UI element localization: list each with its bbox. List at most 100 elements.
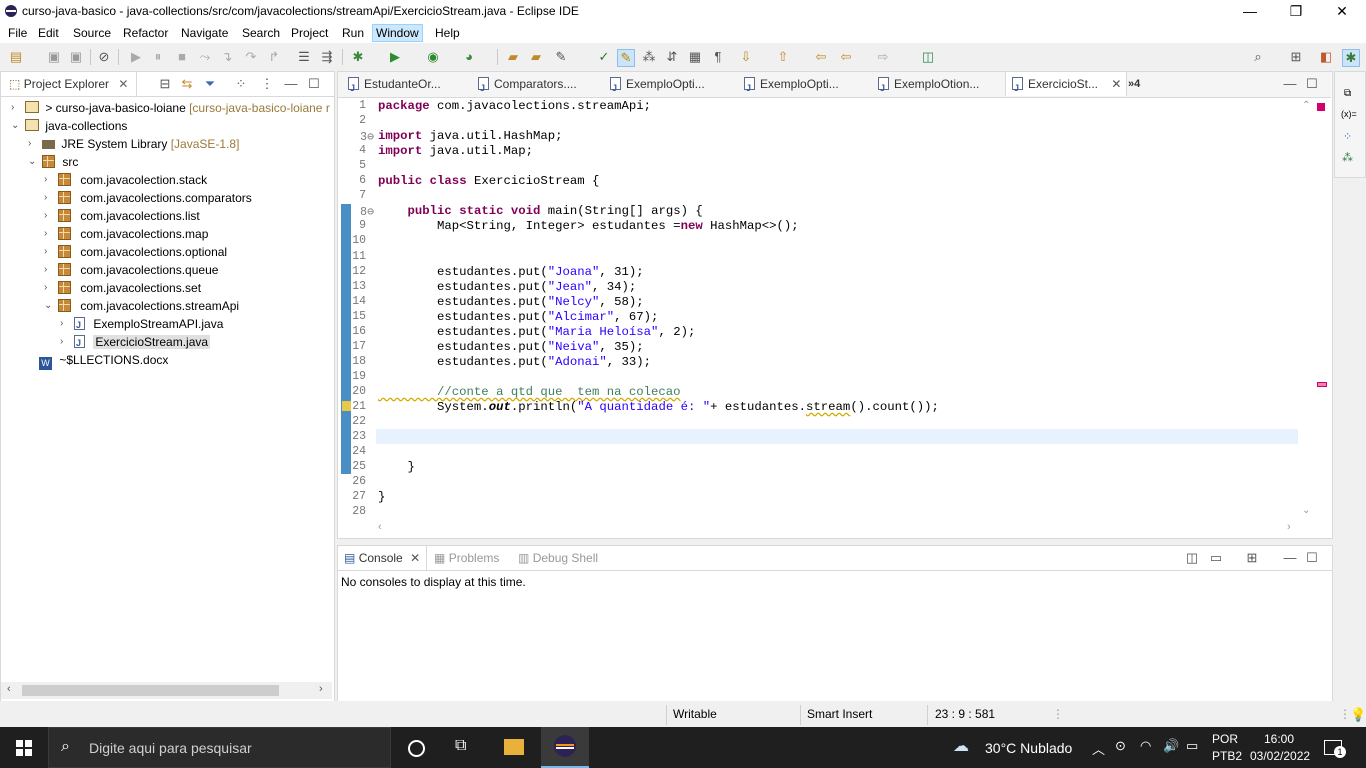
drop-to-frame-icon[interactable]: ☰	[296, 49, 312, 65]
tree-item-java-file[interactable]: › ExemploStreamAPI.java	[60, 315, 223, 334]
notification-icon[interactable]: 1	[1324, 740, 1346, 758]
search-tool-icon[interactable]: ✎	[553, 49, 569, 65]
code-line[interactable]: Map<String, Integer> estudantes =new Has…	[378, 219, 799, 233]
next-annotation-icon[interactable]: ⇵	[664, 49, 680, 65]
editor-tab[interactable]: ExemploOpti...	[738, 72, 845, 100]
tree-item-jre-library[interactable]: › JRE System Library [JavaSE-1.8]	[28, 135, 239, 153]
code-line[interactable]: estudantes.put("Jean", 34);	[378, 280, 636, 294]
scrollbar-thumb[interactable]	[22, 685, 279, 696]
code-line[interactable]: public static void main(String[] args) {	[378, 204, 703, 218]
clock-date[interactable]: 03/02/2022	[1250, 749, 1310, 763]
code-line[interactable]: package com.javacolections.streamApi;	[378, 99, 651, 113]
resume-icon[interactable]: ▶	[128, 49, 144, 65]
task-view-icon[interactable]: ⧉	[455, 737, 466, 755]
previous-edit-icon[interactable]: ⇧	[775, 49, 791, 65]
toggle-mark-occurrences-icon[interactable]: ✎	[617, 49, 635, 67]
minimize-editor-icon[interactable]: —	[1282, 76, 1298, 92]
toggle-block-selection-icon[interactable]: ⁂	[641, 49, 657, 65]
back-icon[interactable]: ⇦	[838, 49, 854, 65]
external-tools-icon[interactable]: ◕	[461, 49, 477, 65]
expressions-view-icon[interactable]: ⁂	[1342, 151, 1353, 164]
new-java-package-icon[interactable]: ▰	[505, 49, 521, 65]
insert-mode-status[interactable]: Smart Insert	[807, 707, 872, 721]
variables-view-icon[interactable]: (x)=	[1341, 109, 1357, 119]
scroll-right-icon[interactable]: ›	[1287, 521, 1291, 533]
display-console-icon[interactable]: ▭	[1208, 550, 1224, 566]
select-working-set-icon[interactable]: ⁘	[233, 76, 249, 92]
editor-tab-active[interactable]: ExercicioSt... ✕	[1005, 72, 1127, 100]
minimize-view-icon[interactable]: —	[283, 76, 299, 92]
windows-start-icon[interactable]	[16, 740, 32, 756]
menu-help[interactable]: Help	[432, 25, 463, 41]
restore-view-icon[interactable]: ⧉	[1344, 88, 1351, 99]
breakpoints-view-icon[interactable]: ⁘	[1343, 130, 1352, 143]
debug-icon[interactable]: ✱	[350, 49, 366, 65]
skip-breakpoints-icon[interactable]: ⊘	[96, 49, 112, 65]
tree-item-package[interactable]: › com.javacolections.list	[44, 207, 200, 225]
weather-text[interactable]: 30°C Nublado	[985, 740, 1072, 756]
menu-window[interactable]: Window	[372, 24, 423, 42]
step-over-icon[interactable]: ↷	[243, 49, 259, 65]
keyboard-language[interactable]: POR	[1212, 732, 1238, 746]
next-edit-icon[interactable]: ⇩	[738, 49, 754, 65]
error-overview-marker[interactable]	[1317, 103, 1325, 111]
save-all-icon[interactable]: ▣	[68, 49, 84, 65]
minimize-view-icon[interactable]: —	[1282, 550, 1298, 566]
pin-console-icon[interactable]: ◫	[1184, 550, 1200, 566]
tab-problems[interactable]: ▦ Problems	[434, 546, 499, 570]
tab-console[interactable]: ▤ Console ✕	[338, 546, 428, 570]
menu-navigate[interactable]: Navigate	[178, 25, 231, 41]
filter-icon[interactable]: ⏷	[202, 76, 218, 92]
menu-file[interactable]: File	[5, 25, 30, 41]
run-icon[interactable]: ▶	[387, 49, 403, 65]
menu-search[interactable]: Search	[239, 25, 283, 41]
menu-run[interactable]: Run	[339, 25, 367, 41]
explorer-horizontal-scrollbar[interactable]: ‹ ›	[1, 682, 332, 699]
code-line[interactable]: import java.util.HashMap;	[378, 129, 563, 143]
editor-tab[interactable]: ExemploOtion...	[872, 72, 985, 100]
clock-time[interactable]: 16:00	[1264, 732, 1294, 746]
menu-source[interactable]: Source	[70, 25, 114, 41]
use-step-filters-icon[interactable]: ⇶	[319, 49, 335, 65]
code-line[interactable]: import java.util.Map;	[378, 144, 533, 158]
step-into-icon[interactable]: ↴	[219, 49, 235, 65]
disconnect-icon[interactable]: ⤳	[197, 49, 213, 65]
open-console-icon[interactable]: ⊞	[1244, 550, 1260, 566]
tab-project-explorer[interactable]: ⬚ Project Explorer ✕	[1, 72, 138, 96]
tree-item-curso-java-basico[interactable]: › > curso-java-basico-loiane [curso-java…	[11, 99, 330, 117]
code-line[interactable]: estudantes.put("Adonai", 33);	[378, 355, 651, 369]
weather-cloud-icon[interactable]: ☁	[953, 736, 969, 756]
code-line[interactable]: }	[378, 490, 385, 504]
editor-tab[interactable]: Comparators....	[472, 72, 583, 100]
restore-button[interactable]: ❐	[1273, 0, 1319, 23]
code-line[interactable]: }	[378, 460, 415, 474]
menu-project[interactable]: Project	[288, 25, 331, 41]
tip-lightbulb-icon[interactable]: 💡	[1350, 707, 1366, 723]
forward-icon[interactable]: ⇨	[875, 49, 891, 65]
meet-icon[interactable]: ⊙	[1115, 738, 1126, 754]
code-line[interactable]: System.out.println("A quantidade é: "+ e…	[378, 400, 939, 414]
tree-item-package[interactable]: › com.javacolections.comparators	[44, 189, 252, 207]
file-explorer-icon[interactable]	[504, 739, 524, 755]
overview-marker[interactable]	[1317, 382, 1327, 387]
code-line[interactable]: estudantes.put("Nelcy", 58);	[378, 295, 644, 309]
close-icon[interactable]: ✕	[118, 77, 128, 91]
code-line[interactable]: //conte a qtd que tem na colecao	[378, 385, 681, 399]
maximize-view-icon[interactable]: ☐	[1304, 550, 1320, 566]
scroll-right-icon[interactable]: ›	[319, 683, 323, 695]
code-line[interactable]: estudantes.put("Neiva", 35);	[378, 340, 644, 354]
pilcrow-icon[interactable]: ¶	[710, 49, 726, 65]
tree-item-package[interactable]: › com.javacolection.stack	[44, 171, 207, 189]
code-line[interactable]: estudantes.put("Alcimar", 67);	[378, 310, 658, 324]
tree-item-src[interactable]: ⌄ src	[28, 153, 78, 171]
close-icon[interactable]: ✕	[410, 551, 420, 565]
new-icon[interactable]: ▤	[8, 49, 24, 65]
tree-item-java-file-selected[interactable]: › ExercicioStream.java	[60, 333, 211, 352]
close-tab-icon[interactable]: ✕	[1111, 77, 1121, 91]
keyboard-layout[interactable]: PTB2	[1212, 749, 1242, 763]
tabs-overflow-button[interactable]: »4	[1128, 72, 1140, 96]
volume-icon[interactable]: 🔊	[1163, 738, 1179, 754]
scroll-up-icon[interactable]: ⌃	[1302, 100, 1310, 111]
tray-expand-icon[interactable]: ︿	[1092, 739, 1105, 758]
tree-item-package[interactable]: › com.javacolections.optional	[44, 243, 227, 261]
